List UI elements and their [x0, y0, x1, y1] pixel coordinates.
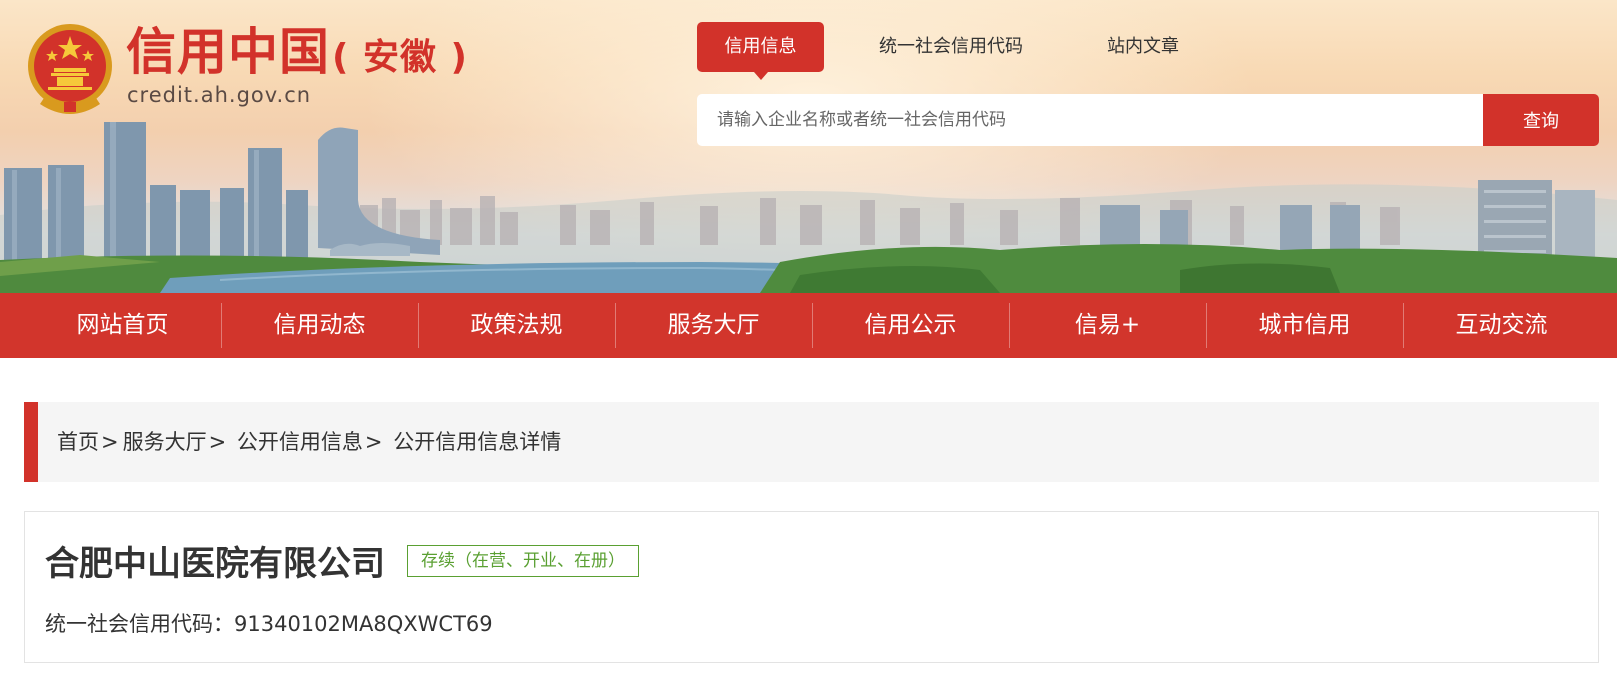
company-name: 合肥中山医院有限公司: [45, 544, 385, 584]
breadcrumb-trail: 首页> 服务大厅> 公开信用信息> 公开信用信息详情: [57, 402, 561, 482]
tab-site-articles[interactable]: 站内文章: [1098, 22, 1188, 72]
nav-item-credit-news[interactable]: 信用动态: [221, 293, 418, 358]
search-input[interactable]: [697, 94, 1483, 146]
site-region: ( 安徽 ): [332, 37, 468, 78]
breadcrumb-separator: >: [208, 430, 227, 454]
credit-code: 统一社会信用代码：91340102MA8QXWCT69: [45, 609, 493, 639]
credit-code-label: 统一社会信用代码：: [45, 612, 234, 636]
credit-code-value: 91340102MA8QXWCT69: [234, 612, 493, 636]
search-bar: 查询: [697, 94, 1599, 146]
nav-item-city-credit[interactable]: 城市信用: [1206, 293, 1403, 358]
tab-unified-code[interactable]: 统一社会信用代码: [874, 22, 1028, 72]
breadcrumb-accent-bar: [24, 402, 38, 482]
site-title[interactable]: 信用中国( 安徽 ): [126, 22, 468, 88]
breadcrumb-home[interactable]: 首页: [57, 430, 99, 454]
nav-item-service-hall[interactable]: 服务大厅: [615, 293, 812, 358]
search-button[interactable]: 查询: [1483, 94, 1599, 146]
nav-item-xinyi-plus[interactable]: 信易+: [1009, 293, 1206, 358]
breadcrumb-public-credit[interactable]: 公开信用信息: [237, 430, 363, 454]
breadcrumb-separator: >: [364, 430, 383, 454]
nav-item-credit-publicity[interactable]: 信用公示: [812, 293, 1009, 358]
breadcrumb-service-hall[interactable]: 服务大厅: [123, 430, 207, 454]
nav-item-policies[interactable]: 政策法规: [418, 293, 615, 358]
tab-credit-info[interactable]: 信用信息: [697, 22, 824, 80]
nav-item-home[interactable]: 网站首页: [24, 293, 221, 358]
national-emblem-icon: [28, 24, 112, 114]
status-badge: 存续（在营、开业、在册）: [407, 545, 639, 577]
header-banner: 信用中国( 安徽 ) credit.ah.gov.cn 信用信息 统一社会信用代…: [0, 0, 1617, 293]
site-title-text: 信用中国: [126, 23, 330, 81]
main-nav: 网站首页 信用动态 政策法规 服务大厅 信用公示 信易+ 城市信用 互动交流: [0, 293, 1617, 358]
breadcrumb: 首页> 服务大厅> 公开信用信息> 公开信用信息详情: [24, 402, 1599, 482]
company-card: 合肥中山医院有限公司 存续（在营、开业、在册） 统一社会信用代码：9134010…: [24, 511, 1599, 663]
breadcrumb-separator: >: [101, 430, 119, 454]
site-domain: credit.ah.gov.cn: [127, 83, 312, 107]
nav-item-interaction[interactable]: 互动交流: [1403, 293, 1600, 358]
breadcrumb-current: 公开信用信息详情: [393, 430, 562, 454]
